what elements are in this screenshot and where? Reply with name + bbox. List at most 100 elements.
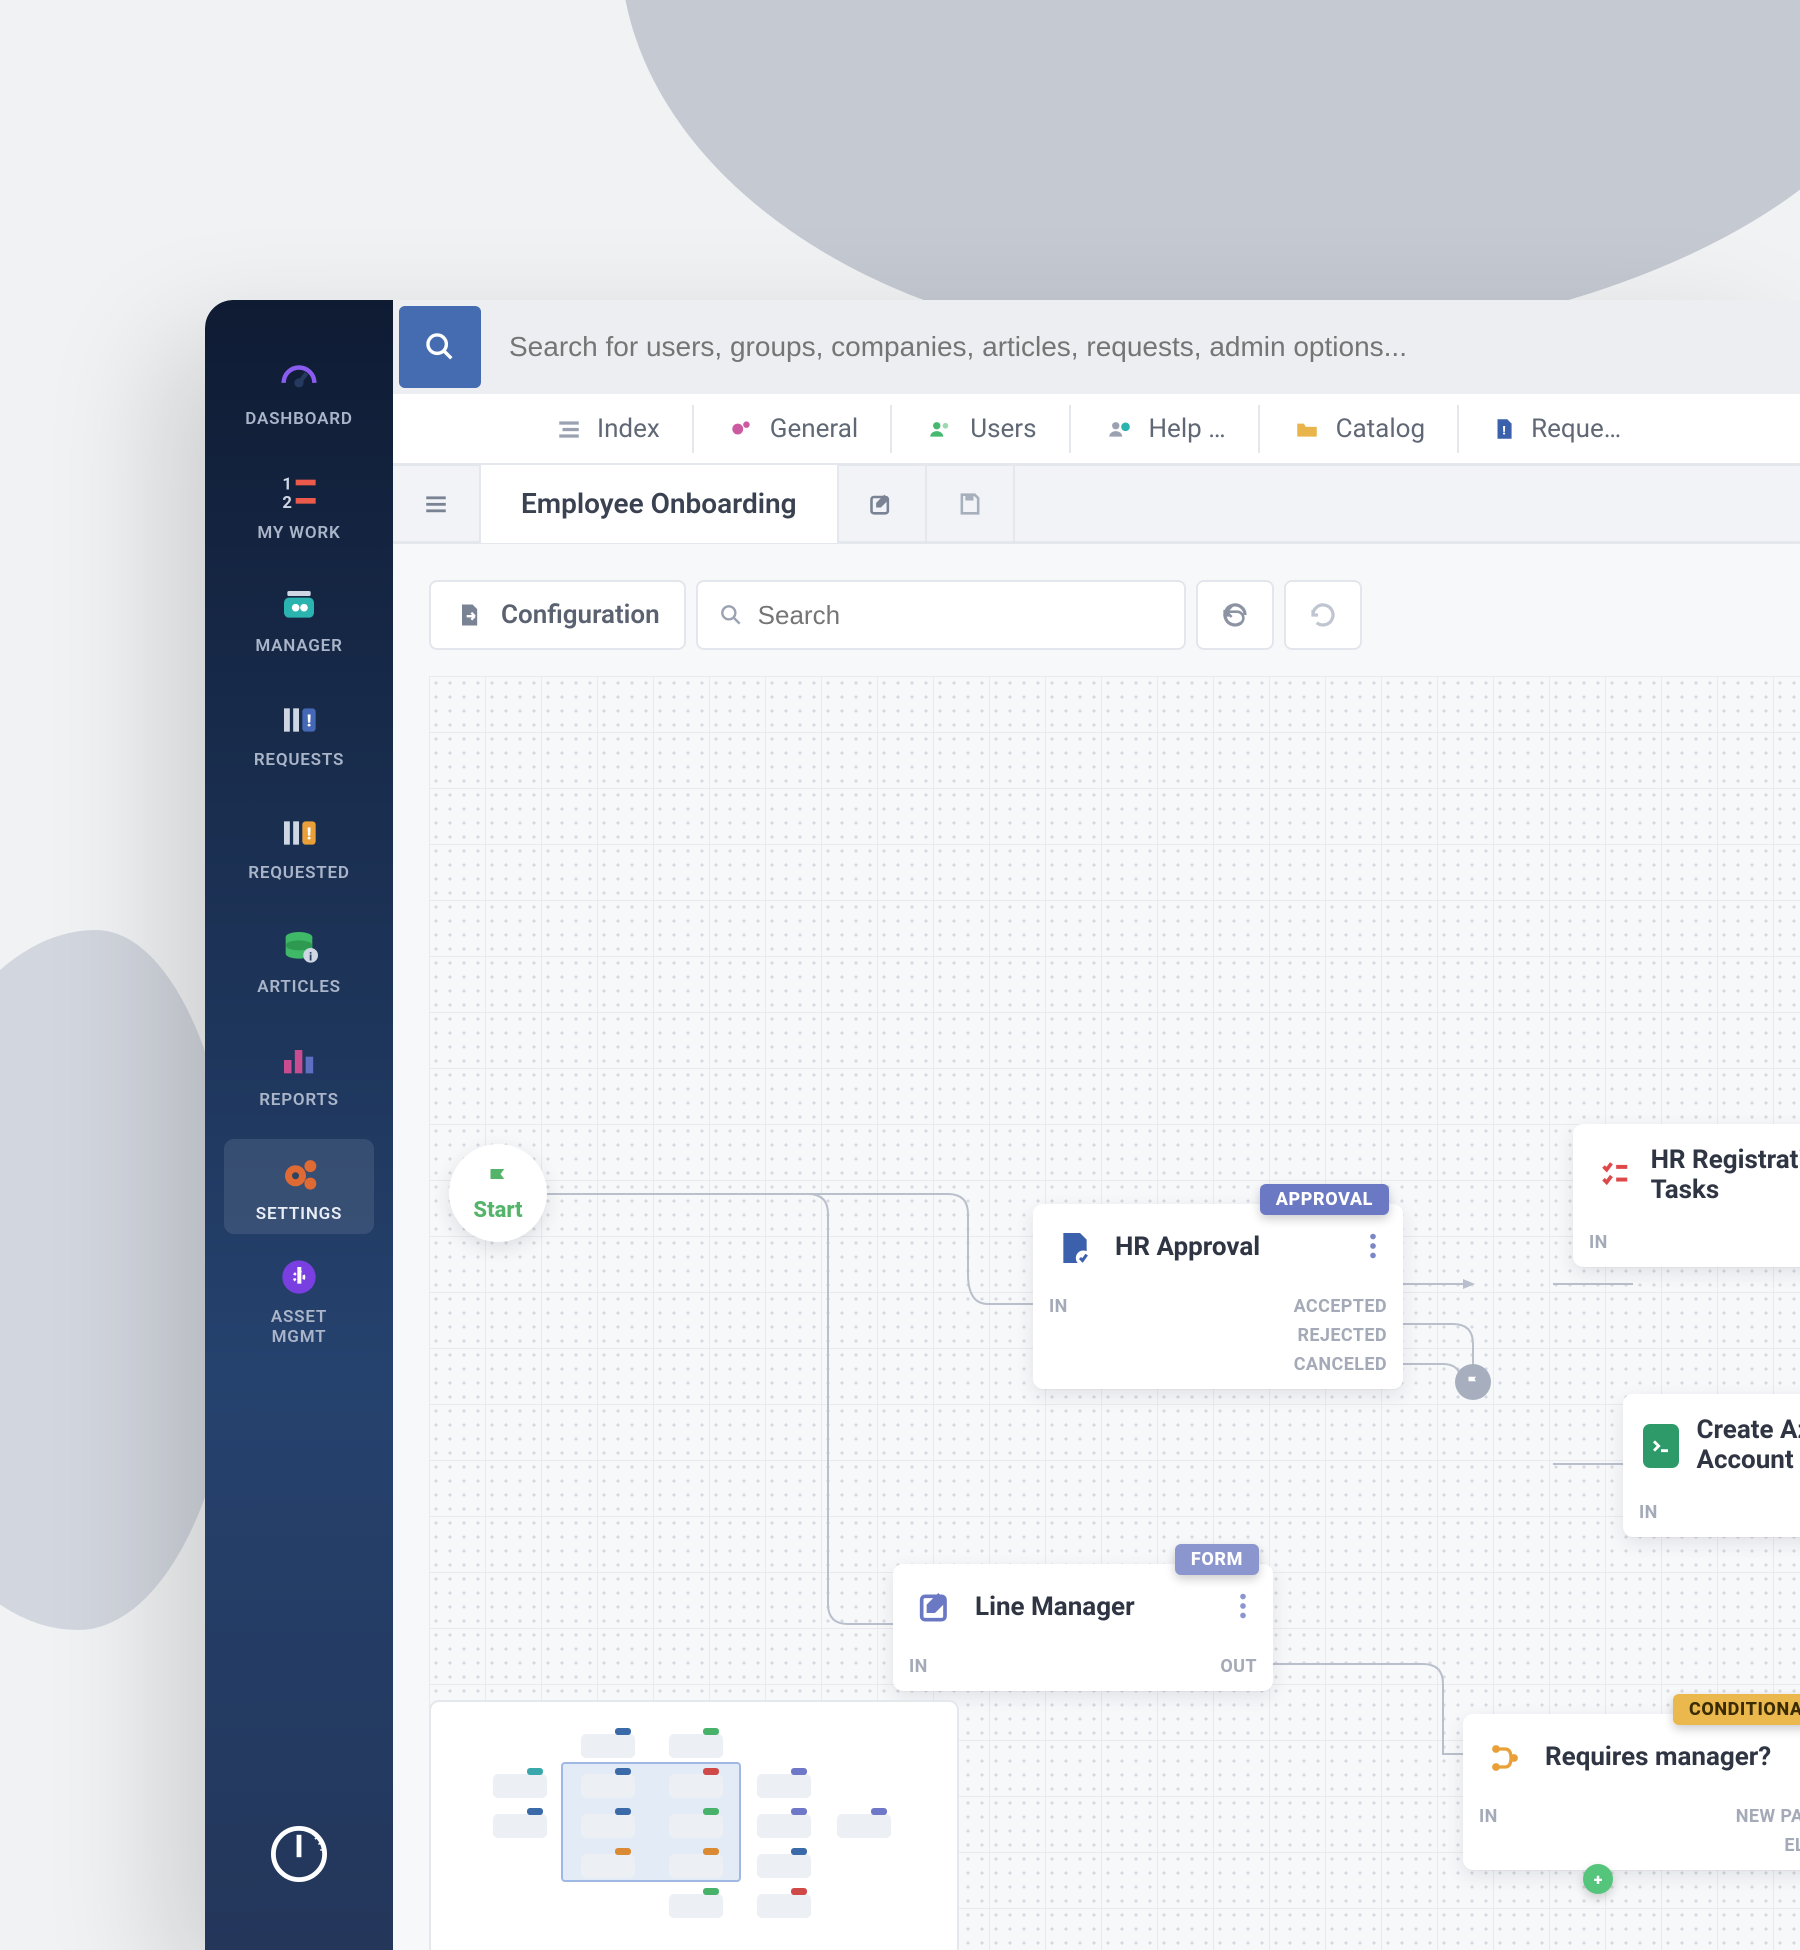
form-badge: FORM [1175, 1544, 1259, 1575]
workflow-canvas[interactable]: Configuration [393, 544, 1800, 1950]
global-search-input[interactable] [481, 300, 1800, 394]
node-title: Requires manager? [1545, 1743, 1771, 1773]
node-title: Line Manager [975, 1593, 1135, 1623]
add-path-button[interactable]: + [1583, 1864, 1613, 1894]
minimap-node [581, 1734, 635, 1758]
list-icon [555, 416, 583, 442]
asset-icon [274, 1256, 324, 1298]
canceled-flag-dot[interactable] [1455, 1364, 1491, 1400]
node-line-manager[interactable]: FORM Line Manager IN OUT [893, 1564, 1273, 1691]
ribbon-item-index[interactable]: Index [523, 405, 692, 453]
minimap-node [669, 1854, 723, 1878]
port-in[interactable]: IN [1639, 1498, 1658, 1527]
sidebar-item-requests[interactable]: ! REQUESTS [224, 685, 374, 781]
minimap-node [581, 1814, 635, 1838]
ribbon-item-users[interactable]: Users [890, 405, 1068, 453]
node-hr-registration-tasks[interactable]: HR Registration Tasks IN [1573, 1124, 1800, 1267]
sidebar-item-manager[interactable]: MANAGER [224, 571, 374, 667]
ribbon-item-catalog[interactable]: Catalog [1258, 405, 1457, 453]
svg-text:!: ! [307, 712, 312, 731]
port-out[interactable]: OUT [1220, 1652, 1257, 1681]
minimap-node [581, 1774, 635, 1798]
list-numbered-icon: 12 [274, 472, 324, 514]
port-in[interactable]: IN [1589, 1228, 1608, 1257]
sidebar-item-articles[interactable]: i ARTICLES [224, 912, 374, 1008]
minimap-node [493, 1814, 547, 1838]
sidebar-item-asset-mgmt[interactable]: ASSET MGMT [224, 1252, 374, 1357]
svg-text:2: 2 [282, 494, 292, 513]
redo-icon [1308, 600, 1338, 630]
hamburger-button[interactable] [393, 465, 481, 543]
flag-small-icon [1464, 1373, 1482, 1391]
sidebar-label: ARTICLES [257, 978, 341, 998]
minimap-node [757, 1894, 811, 1918]
gauge-icon [274, 358, 324, 400]
search-button[interactable] [399, 306, 481, 388]
minimap[interactable] [429, 1700, 959, 1950]
svg-text:i: i [309, 950, 312, 963]
brand-logo-icon [267, 1782, 331, 1950]
decorative-blob-top [620, 0, 1800, 350]
svg-text:!: ! [307, 826, 312, 845]
gears-icon [274, 1153, 324, 1195]
approval-badge: APPROVAL [1260, 1184, 1389, 1215]
minimap-node [493, 1774, 547, 1798]
canvas-toolbar: Configuration [429, 580, 1362, 650]
manager-icon [274, 585, 324, 627]
canvas-search [696, 580, 1186, 650]
port-else[interactable]: ELSE [1736, 1831, 1800, 1860]
node-requires-manager[interactable]: CONDITIONAL Requires manager? IN NEW PAT… [1463, 1714, 1800, 1870]
svg-text:!: ! [1502, 423, 1505, 437]
node-start[interactable]: Start [449, 1144, 547, 1242]
save-icon [956, 490, 984, 518]
sidebar-item-my-work[interactable]: 12 MY WORK [224, 458, 374, 554]
requests-icon: ! [274, 699, 324, 741]
node-create-azure-account[interactable]: Create Azure Account IN [1623, 1394, 1800, 1537]
port-rejected[interactable]: REJECTED [1294, 1321, 1387, 1350]
pencil-square-icon [868, 490, 896, 518]
sidebar-item-dashboard[interactable]: DASHBOARD [224, 344, 374, 440]
decorative-blob-left [0, 930, 240, 1630]
configuration-button[interactable]: Configuration [429, 580, 686, 650]
undo-icon [1220, 600, 1250, 630]
minimap-node [669, 1814, 723, 1838]
approval-doc-icon [1053, 1226, 1097, 1270]
undo-button[interactable] [1196, 580, 1274, 650]
sidebar-label: ASSET MGMT [271, 1308, 327, 1347]
sidebar-label: SETTINGS [256, 1205, 342, 1225]
sidebar-item-requested[interactable]: ! REQUESTED [224, 798, 374, 894]
edit-button[interactable] [839, 465, 927, 543]
node-hr-approval[interactable]: APPROVAL HR Approval IN ACCEPTED REJECTE… [1033, 1204, 1403, 1389]
global-search-bar [393, 300, 1800, 394]
redo-button[interactable] [1284, 580, 1362, 650]
port-in[interactable]: IN [1479, 1802, 1498, 1831]
ribbon-label: General [770, 414, 858, 444]
ribbon-label: Reque… [1531, 414, 1621, 444]
ribbon-item-help[interactable]: Help … [1069, 405, 1258, 453]
database-icon: i [274, 926, 324, 968]
sidebar-item-settings[interactable]: SETTINGS [224, 1139, 374, 1235]
node-title: HR Approval [1115, 1233, 1260, 1263]
node-menu-button[interactable] [1233, 1589, 1253, 1627]
configuration-label: Configuration [501, 600, 660, 630]
conditional-badge: CONDITIONAL [1673, 1694, 1800, 1725]
port-accepted[interactable]: ACCEPTED [1294, 1292, 1387, 1321]
port-in[interactable]: IN [909, 1652, 928, 1681]
bar-chart-icon [274, 1039, 324, 1081]
hamburger-icon [421, 491, 451, 517]
ribbon-item-general[interactable]: General [692, 405, 890, 453]
node-title: HR Registration Tasks [1651, 1146, 1800, 1206]
port-new-path[interactable]: NEW PATH [1736, 1802, 1800, 1831]
sidebar-label: MANAGER [255, 637, 342, 657]
port-canceled[interactable]: CANCELED [1294, 1350, 1387, 1379]
node-menu-button[interactable] [1363, 1229, 1383, 1267]
save-button[interactable] [927, 465, 1015, 543]
ribbon-label: Users [970, 414, 1036, 444]
minimap-node [837, 1814, 891, 1838]
start-label: Start [473, 1198, 522, 1223]
ribbon-item-requests[interactable]: ! Reque… [1457, 405, 1653, 453]
canvas-search-input[interactable] [758, 600, 1164, 631]
port-in[interactable]: IN [1049, 1292, 1068, 1321]
checklist-icon [1593, 1154, 1633, 1198]
sidebar-item-reports[interactable]: REPORTS [224, 1025, 374, 1121]
